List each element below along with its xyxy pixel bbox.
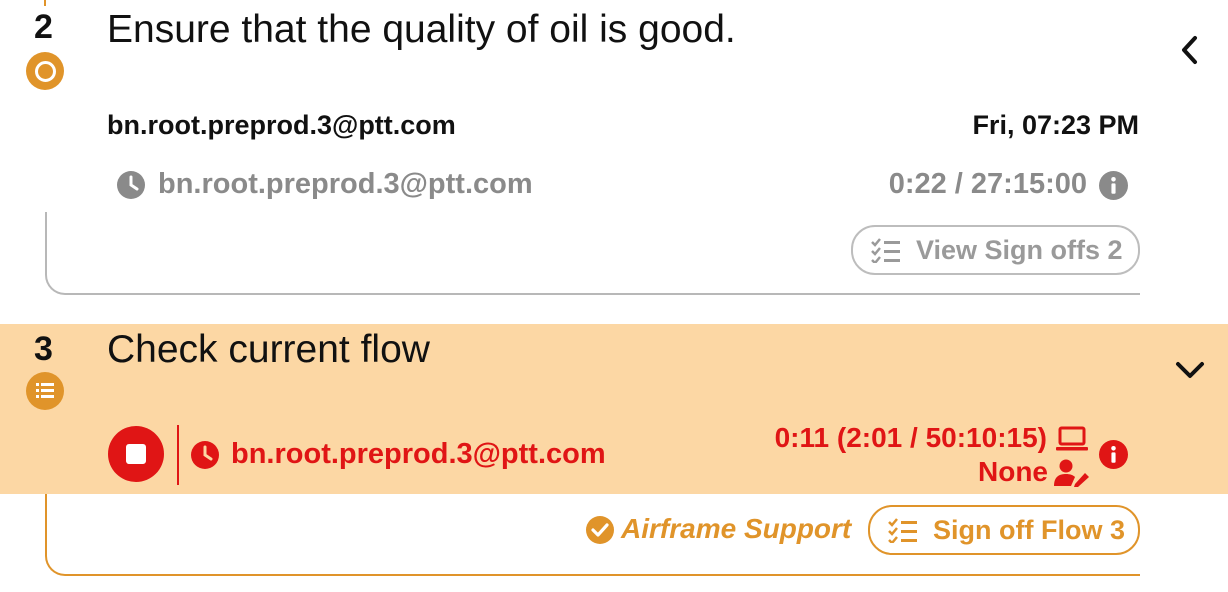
step-2-border bbox=[45, 212, 1140, 295]
signoff-user: bn.root.preprod.3@ptt.com bbox=[107, 110, 456, 140]
signoff-date: Fri, 07:23 PM bbox=[972, 110, 1139, 140]
step-3-border bbox=[45, 494, 1140, 576]
chevron-left-icon[interactable] bbox=[1176, 34, 1204, 71]
active-user: bn.root.preprod.3@ptt.com bbox=[231, 438, 606, 470]
step-title: Check current flow bbox=[107, 328, 430, 371]
step-number: 3 bbox=[34, 330, 53, 368]
stop-button[interactable] bbox=[108, 426, 164, 482]
user-edit-icon bbox=[1054, 458, 1090, 493]
step-title: Ensure that the quality of oil is good. bbox=[107, 8, 736, 51]
laptop-icon bbox=[1055, 425, 1089, 458]
numbered-list-icon bbox=[26, 372, 64, 410]
timer-text: 0:11 (2:01 / 50:10:15) bbox=[774, 422, 1047, 453]
duration-text: 0:22 / 27:15:00 bbox=[888, 168, 1087, 200]
clock-icon bbox=[191, 441, 219, 474]
chevron-down-icon[interactable] bbox=[1174, 357, 1206, 388]
history-user: bn.root.preprod.3@ptt.com bbox=[158, 168, 533, 200]
connector-line bbox=[44, 0, 46, 6]
info-icon[interactable] bbox=[1099, 440, 1128, 474]
assignee-text: None bbox=[978, 456, 1048, 487]
stop-icon bbox=[126, 444, 146, 464]
info-icon[interactable] bbox=[1099, 171, 1128, 205]
circle-outline-icon bbox=[26, 52, 64, 90]
step-number: 2 bbox=[34, 8, 53, 46]
divider bbox=[177, 425, 179, 485]
clock-icon bbox=[117, 171, 145, 204]
